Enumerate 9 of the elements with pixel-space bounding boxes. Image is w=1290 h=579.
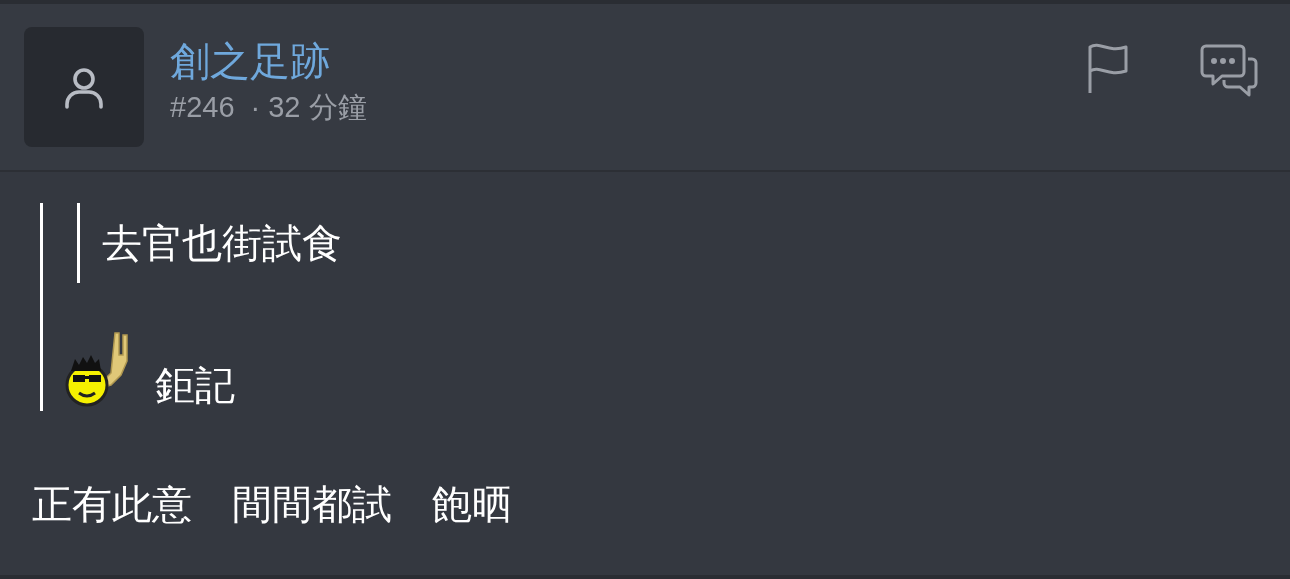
- quote-text: 去官也街試食: [102, 221, 342, 265]
- post-time: · 32 分鐘: [250, 90, 367, 125]
- quote-text: 鉅記: [155, 363, 235, 407]
- post-text: 正有此意 間間都試 飽晒: [32, 482, 512, 526]
- flag-icon[interactable]: [1086, 43, 1130, 95]
- post-number[interactable]: #246: [170, 89, 235, 125]
- avatar[interactable]: [24, 27, 144, 147]
- chat-icon[interactable]: [1200, 43, 1258, 99]
- username[interactable]: 創之足跡: [170, 33, 367, 89]
